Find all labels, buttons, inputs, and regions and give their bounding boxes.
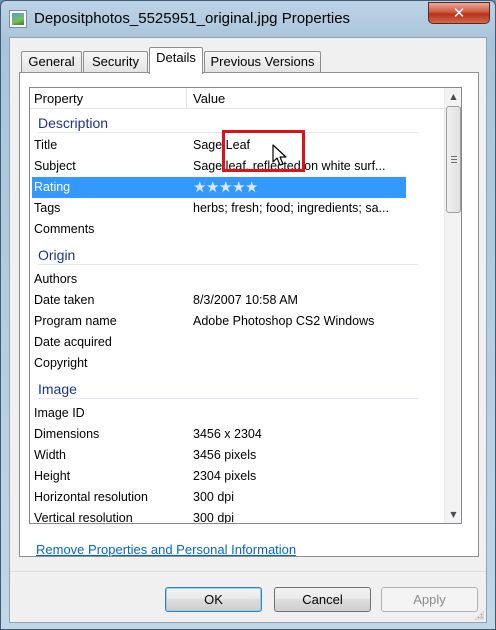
- property-value[interactable]: 2304 pixels: [193, 469, 402, 483]
- cancel-button[interactable]: Cancel: [274, 587, 371, 612]
- star-icon[interactable]: ★: [245, 178, 258, 197]
- image-file-icon: [9, 10, 27, 28]
- property-name: Horizontal resolution: [34, 490, 148, 504]
- properties-window: Depositphotos_5525951_original.jpg Prope…: [0, 0, 496, 630]
- row-dimensions[interactable]: Dimensions 3456 x 2304: [30, 424, 444, 445]
- dialog-client-area: General Security Details Previous Versio…: [9, 37, 487, 623]
- button-bar: OK Cancel Apply: [10, 571, 486, 622]
- scroll-thumb[interactable]: [446, 106, 461, 213]
- title-bar[interactable]: Depositphotos_5525951_original.jpg Prope…: [1, 1, 495, 37]
- star-icon[interactable]: ★: [232, 178, 245, 197]
- row-program-name[interactable]: Program name Adobe Photoshop CS2 Windows: [30, 311, 444, 332]
- row-horizontal-resolution[interactable]: Horizontal resolution 300 dpi: [30, 487, 444, 508]
- row-date-acquired[interactable]: Date acquired: [30, 332, 444, 353]
- property-value[interactable]: 300 dpi: [193, 511, 402, 523]
- property-name: Rating: [34, 180, 71, 194]
- group-image: Image: [38, 379, 418, 401]
- tab-security[interactable]: Security: [83, 51, 148, 73]
- grip-icon: [451, 156, 457, 163]
- star-icon[interactable]: ★: [193, 178, 206, 197]
- apply-button[interactable]: Apply: [381, 587, 478, 612]
- group-title: Description: [38, 115, 109, 131]
- ok-button[interactable]: OK: [165, 587, 262, 612]
- close-icon: ✕: [452, 4, 466, 22]
- tab-previous-versions[interactable]: Previous Versions: [204, 51, 321, 73]
- property-name: Comments: [34, 222, 95, 236]
- property-value[interactable]: 3456 x 2304: [193, 427, 402, 441]
- tab-strip: General Security Details Previous Versio…: [19, 47, 479, 74]
- row-authors[interactable]: Authors: [30, 269, 444, 290]
- close-button[interactable]: ✕: [428, 2, 490, 24]
- row-rating[interactable]: Rating ★★★★★: [32, 177, 406, 198]
- property-name: Image ID: [34, 406, 85, 420]
- vertical-scrollbar[interactable]: ▲ ▼: [444, 88, 461, 523]
- annotation-highlight-box: [222, 130, 305, 172]
- property-name: Date acquired: [34, 335, 112, 349]
- row-date-taken[interactable]: Date taken 8/3/2007 10:58 AM: [30, 290, 444, 311]
- group-origin: Origin: [38, 245, 418, 267]
- row-vertical-resolution[interactable]: Vertical resolution 300 dpi: [30, 508, 444, 524]
- property-name: Height: [34, 469, 71, 483]
- window-title: Depositphotos_5525951_original.jpg Prope…: [34, 10, 351, 27]
- property-name: Authors: [34, 272, 78, 286]
- property-value[interactable]: 300 dpi: [193, 490, 402, 504]
- scroll-down-arrow-icon[interactable]: ▼: [445, 506, 461, 523]
- row-copyright[interactable]: Copyright: [30, 353, 444, 374]
- column-header-value[interactable]: Value: [193, 91, 225, 106]
- mouse-pointer-icon: [272, 144, 287, 166]
- property-value[interactable]: Adobe Photoshop CS2 Windows: [193, 314, 402, 328]
- row-width[interactable]: Width 3456 pixels: [30, 445, 444, 466]
- column-header: Property Value: [30, 88, 444, 109]
- group-title: Origin: [38, 247, 76, 263]
- property-value[interactable]: 8/3/2007 10:58 AM: [193, 293, 402, 307]
- remove-properties-link[interactable]: Remove Properties and Personal Informati…: [36, 542, 296, 557]
- scroll-up-arrow-icon[interactable]: ▲: [445, 88, 461, 105]
- property-name: Subject: [34, 159, 76, 173]
- property-name: Program name: [34, 314, 117, 328]
- property-name: Width: [34, 448, 66, 462]
- property-name: Date taken: [34, 293, 95, 307]
- property-name: Title: [34, 138, 58, 152]
- row-tags[interactable]: Tags herbs; fresh; food; ingredients; sa…: [30, 198, 444, 219]
- row-comments[interactable]: Comments: [30, 219, 444, 240]
- star-icon[interactable]: ★: [206, 178, 219, 197]
- column-divider[interactable]: [186, 88, 187, 109]
- property-name: Dimensions: [34, 427, 100, 441]
- column-header-property[interactable]: Property: [34, 91, 83, 106]
- rating-stars[interactable]: ★★★★★: [193, 178, 258, 197]
- tab-details[interactable]: Details: [149, 47, 203, 74]
- property-name: Vertical resolution: [34, 511, 133, 524]
- tab-general[interactable]: General: [21, 51, 82, 73]
- property-value[interactable]: herbs; fresh; food; ingredients; sa...: [193, 201, 402, 215]
- star-icon[interactable]: ★: [219, 178, 232, 197]
- property-name: Copyright: [34, 356, 88, 370]
- row-image-id[interactable]: Image ID: [30, 403, 444, 424]
- row-height[interactable]: Height 2304 pixels: [30, 466, 444, 487]
- property-value[interactable]: 3456 pixels: [193, 448, 402, 462]
- group-title: Image: [38, 381, 77, 397]
- property-name: Tags: [34, 201, 61, 215]
